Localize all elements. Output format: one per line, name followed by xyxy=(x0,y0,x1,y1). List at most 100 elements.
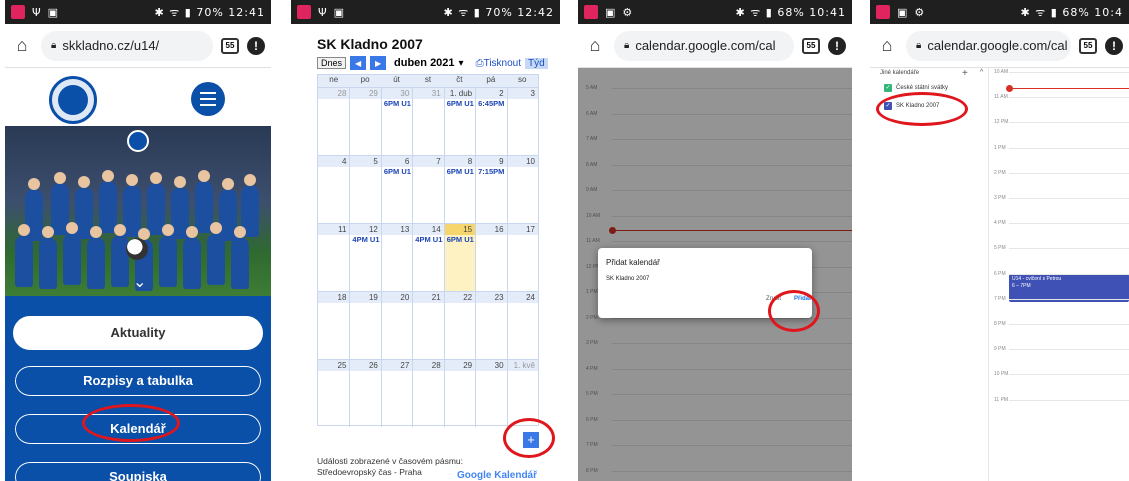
event-chip[interactable]: 6PM U1 xyxy=(445,235,475,244)
day-cell[interactable]: 14 4PM U1 xyxy=(412,224,444,291)
add-button[interactable]: Přidat xyxy=(794,296,811,302)
add-calendar-icon[interactable]: + xyxy=(962,68,968,79)
checkbox-checked-icon[interactable]: ✓ xyxy=(884,84,892,92)
address-field[interactable]: 🔒︎ calendar.google.com/cal xyxy=(906,30,1071,61)
collapse-icon[interactable]: ^ xyxy=(980,69,983,76)
event-chip[interactable]: 6PM U1 xyxy=(445,167,475,176)
day-cell[interactable]: 22 xyxy=(443,292,476,359)
day-cell[interactable]: 24 xyxy=(506,292,538,359)
player-head xyxy=(114,224,126,236)
day-cell[interactable]: 25 xyxy=(318,360,350,427)
calendar-event[interactable]: U14 - cvičení s Petrou 6 – 7PM xyxy=(1009,274,1129,302)
event-chip[interactable]: 4PM U1 xyxy=(413,235,443,244)
event-chip[interactable]: 6:45PM xyxy=(476,99,506,108)
day-cell[interactable]: 12 4PM U1 xyxy=(349,224,381,291)
next-month-icon[interactable]: ▶ xyxy=(370,56,387,70)
tabs-count-icon[interactable]: 55 xyxy=(1079,37,1097,54)
day-cell[interactable]: 28 xyxy=(318,88,350,155)
day-cell[interactable]: 5 xyxy=(349,156,381,223)
alert-icon[interactable]: ! xyxy=(247,36,265,55)
month-dropdown-icon[interactable]: ▾ xyxy=(459,58,464,69)
day-cell[interactable]: 16 xyxy=(475,224,507,291)
day-cell[interactable]: 17 xyxy=(506,224,538,291)
day-number: 12 xyxy=(350,224,381,235)
nav-soupiska[interactable]: Soupiska xyxy=(13,460,263,481)
day-cell[interactable]: 27 xyxy=(380,360,413,427)
event-chip[interactable]: 4PM U1 xyxy=(350,235,380,244)
tabs-count-icon[interactable]: 55 xyxy=(221,37,239,54)
day-cell[interactable]: 19 xyxy=(349,292,381,359)
tabs-count-icon[interactable]: 55 xyxy=(802,37,820,54)
clock: 12:42 xyxy=(517,5,554,19)
day-cell[interactable]: 18 xyxy=(318,292,350,359)
week-view-tab[interactable]: Týd xyxy=(525,57,548,69)
alert-icon[interactable]: ! xyxy=(828,36,846,55)
chevron-down-icon[interactable]: ⌄ xyxy=(133,272,146,292)
hour-label: 11 AM xyxy=(994,94,1008,101)
day-cell[interactable]: 3 xyxy=(506,88,538,155)
today-button[interactable]: Dnes xyxy=(317,57,347,69)
hour-label: 7 PM xyxy=(994,295,1006,302)
event-chip[interactable]: 6PM U1 xyxy=(382,99,412,108)
hour-label: 2 PM xyxy=(994,169,1006,176)
day-cell[interactable]: 28 xyxy=(412,360,444,427)
event-chip[interactable]: 6PM U1 xyxy=(445,99,475,108)
day-cell[interactable]: 23 xyxy=(475,292,507,359)
event-chip[interactable]: 7:15PM xyxy=(476,167,506,176)
day-cell[interactable]: 31 xyxy=(412,88,444,155)
prev-month-icon[interactable]: ◀ xyxy=(350,56,367,70)
day-cell[interactable]: 1. dub 6PM U1 xyxy=(443,88,476,155)
day-cell[interactable]: 13 xyxy=(380,224,413,291)
calendar-item-holidays[interactable]: ✓ České státní svátky xyxy=(884,84,948,92)
print-button[interactable]: ⎙Tisknout xyxy=(476,58,521,69)
football-icon xyxy=(126,238,148,260)
day-cell[interactable]: 21 xyxy=(412,292,444,359)
calendar-item-sk-kladno[interactable]: ✓ SK Kladno 2007 xyxy=(884,102,939,110)
day-cell[interactable]: 4 xyxy=(318,156,350,223)
event-title: U14 - cvičení s Petrou xyxy=(1012,276,1062,282)
clock: 12:41 xyxy=(228,5,265,19)
nav-kalendar[interactable]: Kalendář xyxy=(13,412,263,446)
alert-icon[interactable]: ! xyxy=(1105,36,1123,55)
day-cell[interactable]: 9 7:15PM xyxy=(475,156,507,223)
notification-icon: ▣ xyxy=(333,5,345,19)
day-cell[interactable]: 8 6PM U1 xyxy=(443,156,476,223)
modal-overlay[interactable]: Přidat kalendář SK Kladno 2007 Zrušit Př… xyxy=(578,68,852,481)
event-chip[interactable]: 6PM U1 xyxy=(382,167,412,176)
nav-rozpisy-a-tabulka[interactable]: Rozpisy a tabulka xyxy=(13,364,263,398)
hamburger-menu-button[interactable] xyxy=(191,82,225,116)
hour-gridline xyxy=(1009,298,1129,300)
home-icon[interactable]: ⌂ xyxy=(11,35,33,56)
day-cell[interactable]: 1. kvě xyxy=(506,360,538,427)
day-number: 14 xyxy=(413,224,444,235)
day-cell[interactable]: 29 xyxy=(443,360,476,427)
week-row: 25 26 27 28 29 30 1. kvě xyxy=(318,359,538,427)
address-field[interactable]: 🔒︎ calendar.google.com/cal xyxy=(614,30,794,61)
day-cell[interactable]: 29 xyxy=(349,88,381,155)
address-field[interactable]: 🔒︎ skkladno.cz/u14/ xyxy=(41,30,213,61)
add-to-google-calendar-button[interactable]: + xyxy=(523,432,539,448)
day-cell[interactable]: 6 6PM U1 xyxy=(380,156,413,223)
day-cell[interactable]: 20 xyxy=(380,292,413,359)
cancel-button[interactable]: Zrušit xyxy=(766,296,781,302)
player xyxy=(39,237,57,289)
day-cell[interactable]: 26 xyxy=(349,360,381,427)
day-cell[interactable]: 2 6:45PM xyxy=(475,88,507,155)
dialog-calendar-name: SK Kladno 2007 xyxy=(606,276,650,282)
home-icon[interactable]: ⌂ xyxy=(876,35,898,56)
google-calendar-logo[interactable]: Google Kalendář xyxy=(457,470,537,481)
day-cell[interactable]: 11 xyxy=(318,224,350,291)
checkbox-checked-icon[interactable]: ✓ xyxy=(884,102,892,110)
club-logo[interactable] xyxy=(49,76,97,124)
day-cell[interactable]: 10 xyxy=(506,156,538,223)
home-icon[interactable]: ⌂ xyxy=(584,35,606,56)
nav-aktuality[interactable]: Aktuality xyxy=(13,316,263,350)
status-right: ✱ ᯤ ▮ 70% 12:41 xyxy=(154,5,265,19)
day-cell-today[interactable]: 15 6PM U1 xyxy=(443,224,476,291)
day-cell[interactable]: 30 6PM U1 xyxy=(380,88,413,155)
phone-screen-calendar-added: ▣ ⚙ ✱ ᯤ ▮ 68% 10:4 ⌂ 🔒︎ calendar.google.co… xyxy=(870,0,1129,481)
day-cell[interactable]: 30 xyxy=(475,360,507,427)
notification-app-icon xyxy=(876,5,890,19)
weekday-label: ne xyxy=(329,75,339,84)
day-cell[interactable]: 7 xyxy=(412,156,444,223)
